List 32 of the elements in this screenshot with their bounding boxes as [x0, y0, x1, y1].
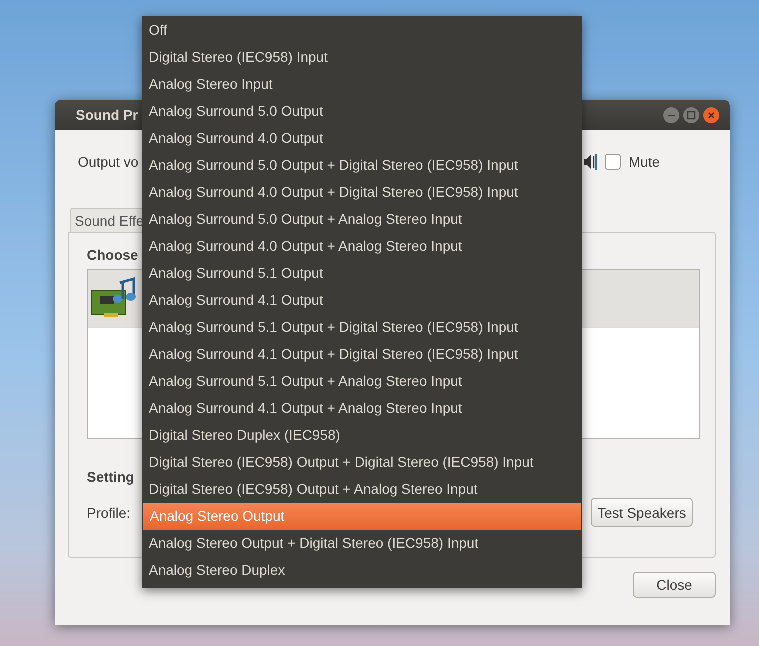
- menu-item[interactable]: Analog Surround 4.0 Output + Analog Stereo Input: [142, 233, 582, 260]
- window-title: Sound Pr: [76, 107, 138, 123]
- menu-item[interactable]: Analog Surround 5.0 Output: [142, 98, 582, 125]
- menu-item[interactable]: Digital Stereo (IEC958) Input: [142, 44, 582, 71]
- menu-item[interactable]: Analog Surround 4.1 Output + Digital Stereo (IEC958) Input: [142, 341, 582, 368]
- test-speakers-button[interactable]: Test Speakers: [591, 498, 693, 527]
- menu-item[interactable]: Analog Surround 5.0 Output + Digital Stereo (IEC958) Input: [142, 152, 582, 179]
- output-volume-label: Output vo: [78, 154, 139, 170]
- section-heading: Choose: [87, 247, 138, 263]
- menu-item[interactable]: Digital Stereo Duplex (IEC958): [142, 422, 582, 449]
- menu-item[interactable]: Analog Surround 5.1 Output: [142, 260, 582, 287]
- minimize-icon[interactable]: [663, 106, 680, 124]
- menu-item[interactable]: Analog Stereo Output + Digital Stereo (IEC958) Input: [142, 530, 582, 557]
- menu-item[interactable]: Analog Stereo Duplex: [142, 557, 582, 584]
- mute-checkbox[interactable]: [604, 154, 621, 170]
- menu-item[interactable]: Analog Surround 5.1 Output + Analog Stereo Input: [142, 368, 582, 395]
- menu-item[interactable]: Analog Surround 4.1 Output: [142, 287, 582, 314]
- maximize-icon[interactable]: [683, 106, 700, 124]
- menu-item[interactable]: Off: [142, 17, 582, 44]
- menu-item[interactable]: Digital Stereo (IEC958) Output + Analog Stereo Input: [142, 476, 582, 503]
- menu-item[interactable]: Analog Surround 5.1 Output + Digital Stereo (IEC958) Input: [142, 314, 582, 341]
- menu-item[interactable]: Analog Surround 4.0 Output + Digital Stereo (IEC958) Input: [142, 179, 582, 206]
- section-heading: Setting: [87, 469, 134, 485]
- close-button[interactable]: Close: [633, 572, 716, 598]
- mute-label: Mute: [628, 154, 660, 170]
- menu-item[interactable]: Analog Stereo Input: [142, 71, 582, 98]
- speaker-icon: [584, 153, 597, 171]
- profile-label: Profile:: [87, 504, 131, 520]
- menu-item[interactable]: Digital Stereo (IEC958) Output + Digital Stereo (IEC958) Input: [142, 449, 582, 476]
- menu-item[interactable]: Analog Surround 4.0 Output: [142, 125, 582, 152]
- menu-item[interactable]: Analog Surround 4.1 Output + Analog Stereo Input: [142, 395, 582, 422]
- close-icon[interactable]: [703, 106, 720, 124]
